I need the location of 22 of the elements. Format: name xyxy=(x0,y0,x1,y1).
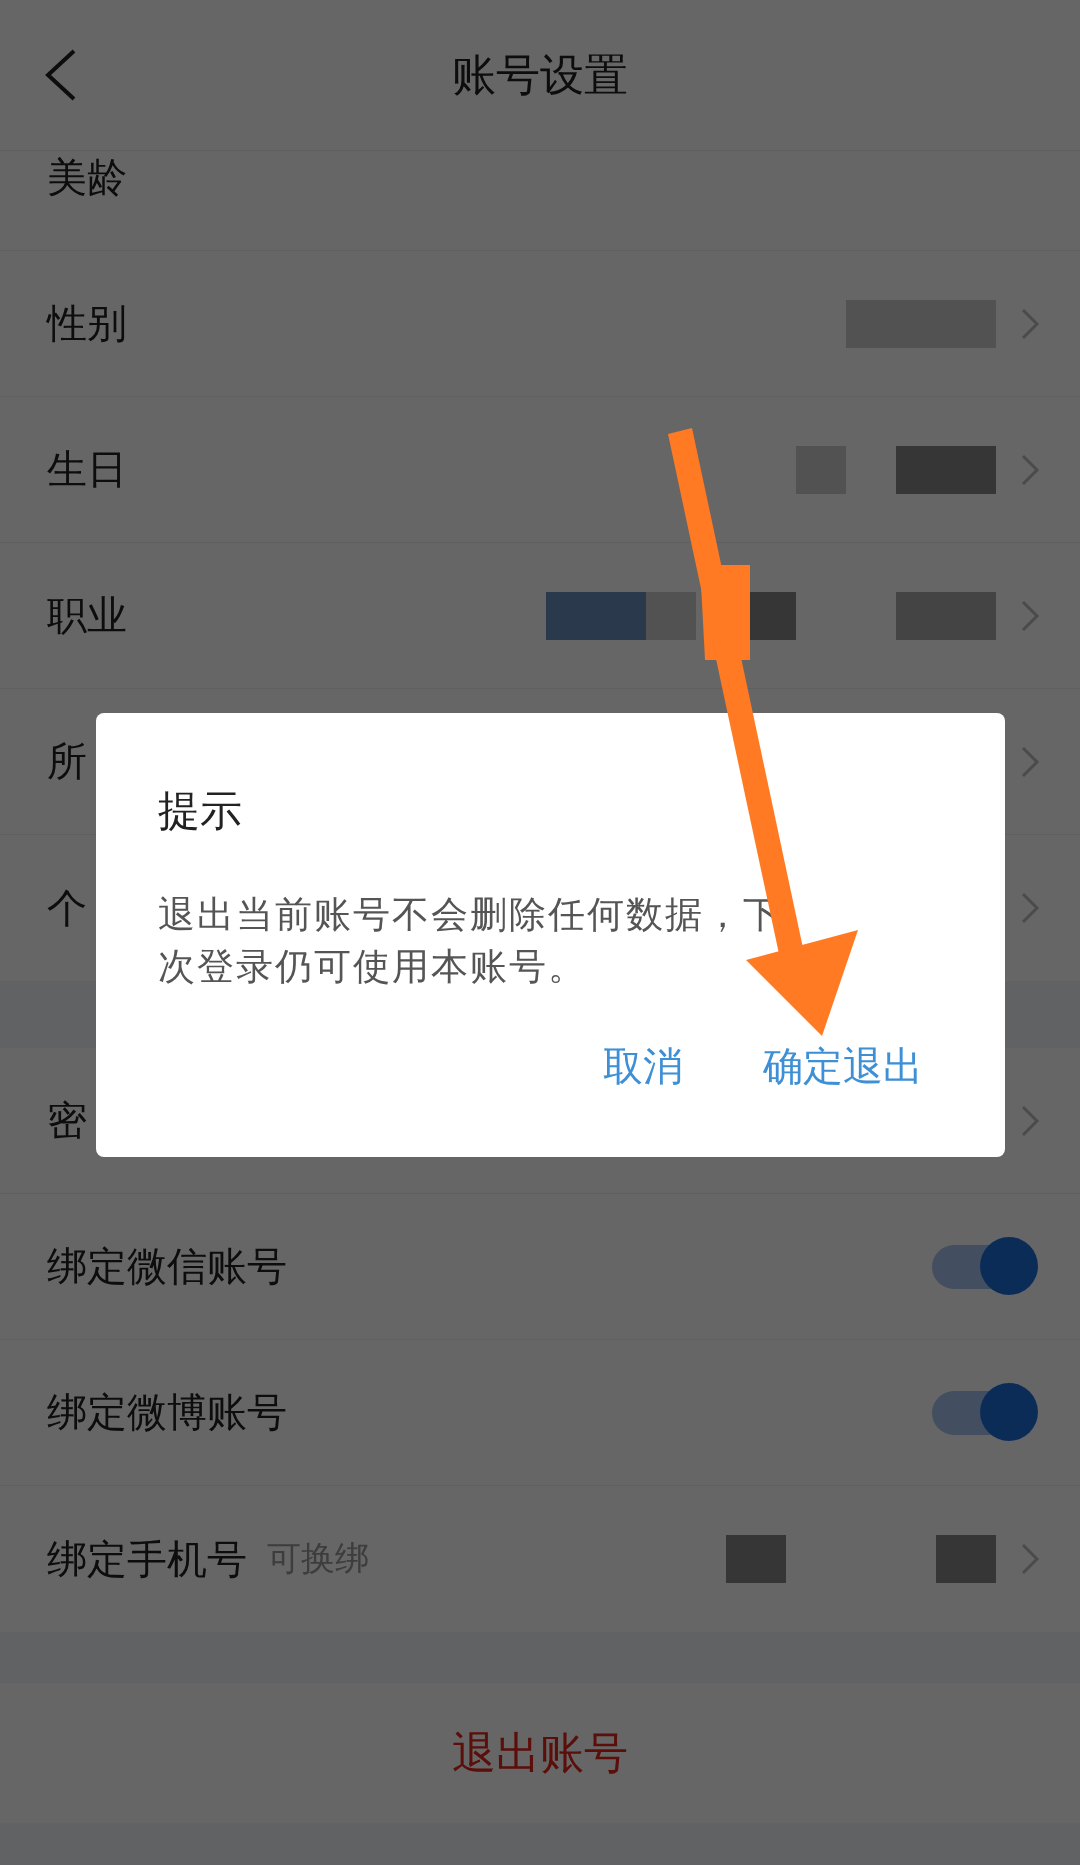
row-label: 美龄 xyxy=(47,153,127,202)
logout-button[interactable]: 退出账号 xyxy=(0,1683,1080,1823)
row-label: 绑定手机号 xyxy=(47,1534,247,1584)
chevron-right-icon xyxy=(1020,1542,1040,1576)
chevron-right-icon xyxy=(1020,891,1040,925)
row-label: 生日 xyxy=(47,445,127,494)
dialog-title: 提示 xyxy=(158,785,243,837)
row-label: 绑定微信账号 xyxy=(47,1242,287,1291)
row-label: 个 xyxy=(47,883,87,933)
chevron-right-icon xyxy=(1020,306,1040,341)
chevron-right-icon xyxy=(1020,598,1040,633)
row-label: 职业 xyxy=(47,591,127,640)
row-label: 性别 xyxy=(47,299,127,348)
row-label: 密 xyxy=(47,1096,87,1145)
dialog-button[interactable]: 取消 xyxy=(603,1039,683,1094)
row-label: 绑定微博账号 xyxy=(47,1388,287,1437)
chevron-right-icon xyxy=(1020,744,1040,779)
dialog-button[interactable]: 确定退出 xyxy=(763,1039,923,1094)
chevron-right-icon xyxy=(1020,452,1040,487)
chevron-right-icon xyxy=(1020,1103,1040,1138)
row-label: 所 xyxy=(47,737,87,786)
page-title: 账号设置 xyxy=(452,47,628,102)
